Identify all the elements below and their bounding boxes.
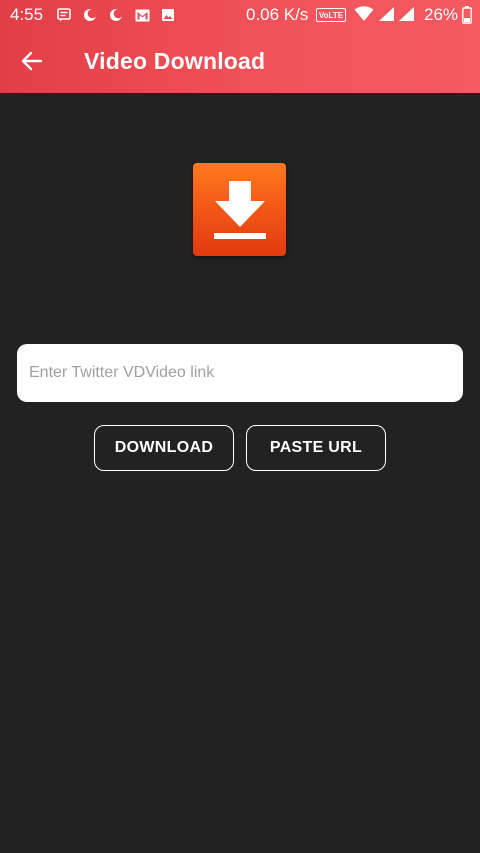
battery-icon xyxy=(462,6,472,29)
page-title: Video Download xyxy=(84,48,266,74)
moon-icon xyxy=(108,7,124,23)
paste-url-button[interactable]: PASTE URL xyxy=(246,425,386,471)
signal-icon xyxy=(398,6,415,27)
gmail-icon xyxy=(134,7,150,23)
video-link-input[interactable] xyxy=(17,344,463,402)
notification-icons xyxy=(56,7,176,23)
download-icon xyxy=(213,180,266,239)
image-icon xyxy=(160,7,176,23)
signal-icon xyxy=(378,6,395,27)
back-button[interactable] xyxy=(18,47,46,75)
message-icon xyxy=(56,7,72,23)
battery-percent: 26% xyxy=(424,5,459,24)
status-bar: 4:55 0.06 K/s VoLTE 26% xyxy=(0,0,480,30)
wifi-icon xyxy=(354,6,374,27)
status-time: 4:55 xyxy=(10,5,44,24)
app-header: 4:55 0.06 K/s VoLTE 26% Video Download xyxy=(0,0,480,93)
app-logo xyxy=(193,163,286,256)
moon-icon xyxy=(82,7,98,23)
download-button[interactable]: DOWNLOAD xyxy=(94,425,234,471)
network-speed: 0.06 K/s xyxy=(246,5,309,24)
volte-badge: VoLTE xyxy=(316,8,346,22)
arrow-left-icon xyxy=(21,51,43,71)
